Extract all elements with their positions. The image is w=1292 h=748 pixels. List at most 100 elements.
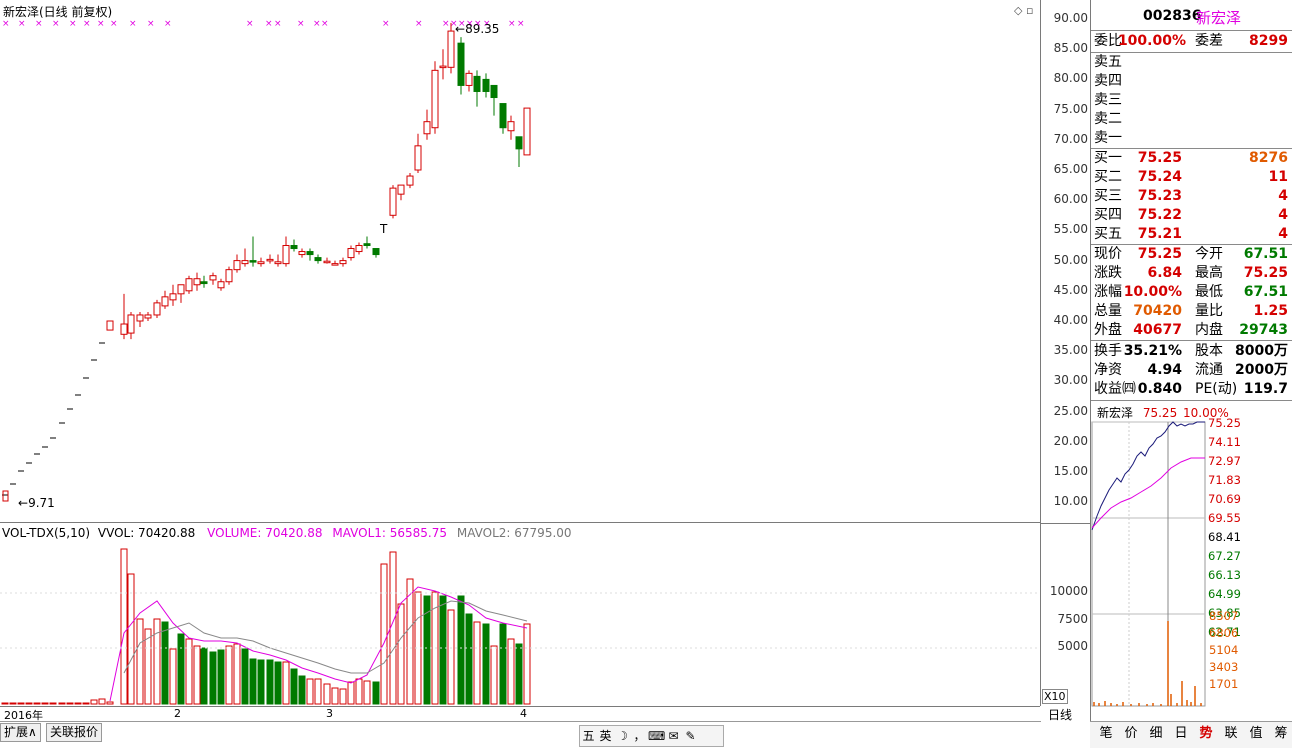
buy-level-1: 买一 75.25 8276: [1093, 149, 1288, 168]
right-tabs: 笔价细日势联值筹: [1090, 721, 1292, 748]
tab-expand[interactable]: 扩展∧: [0, 723, 41, 742]
volume-bar: [363, 680, 371, 705]
signal-marker: ×: [517, 19, 525, 29]
fund-row: 净资 4.94 流通 2000万: [1093, 361, 1288, 380]
volume-bar: [314, 678, 322, 705]
volume-bar: [9, 702, 17, 705]
intraday-mini-chart[interactable]: [1091, 418, 1292, 718]
fund-row-value: 4.94: [1147, 362, 1182, 378]
volume-tick: 7500: [1057, 611, 1088, 626]
mini-price-tick: 72.97: [1208, 454, 1241, 468]
toolbar-button[interactable]: ☽: [614, 726, 631, 746]
toolbar-button[interactable]: 五: [580, 726, 597, 746]
buy-level-3-label: 买三: [1094, 188, 1122, 204]
period-label[interactable]: 日线: [1048, 706, 1072, 723]
fund-row-value: 35.21%: [1123, 343, 1182, 359]
buy-level-2-label: 买二: [1094, 169, 1122, 185]
right-tab-4[interactable]: 势: [1194, 725, 1218, 743]
buy-level-4-value: 75.22: [1137, 207, 1182, 223]
volume-bar: [144, 628, 152, 705]
sell-level-2-label: 卖二: [1094, 111, 1122, 127]
candle: [274, 261, 282, 265]
volume-bar: [499, 623, 507, 705]
signal-marker: ×: [265, 19, 273, 29]
candle: [120, 323, 128, 335]
month-label-2: 2: [174, 707, 181, 720]
candle: [423, 121, 431, 135]
right-tab-3[interactable]: 日: [1169, 725, 1193, 743]
buy-level-4-label: 买四: [1094, 207, 1122, 223]
volume-bar: [98, 698, 106, 705]
stat-row: 涨跌 6.84 最高 75.25: [1093, 264, 1288, 283]
candle: [298, 251, 306, 256]
candle: [363, 243, 371, 247]
mini-price-tick: 68.41: [1208, 530, 1241, 544]
sell-level-3: 卖三: [1093, 91, 1288, 110]
t-marker: T: [380, 222, 388, 236]
volume-bar: [339, 688, 347, 705]
buy-level-2-value2: 11: [1268, 169, 1288, 185]
stat-row-label: 总量: [1094, 303, 1122, 319]
toolbar-button[interactable]: 英: [597, 726, 614, 746]
right-tab-7[interactable]: 筹: [1269, 725, 1292, 743]
right-tab-2[interactable]: 细: [1144, 725, 1168, 743]
candlestick-chart-area[interactable]: 新宏泽(日线 前复权) ◇ ▫ × × × × × × × × × × × × × × × × × × × × × × × ×…: [0, 0, 1041, 523]
sell-level-2: 卖二: [1093, 110, 1288, 129]
volume-bar: [447, 609, 455, 705]
stat-row-value: 10.00%: [1123, 284, 1182, 300]
stat-row-value2: 75.25: [1243, 265, 1288, 281]
fund-row-value2: 2000万: [1235, 362, 1288, 378]
volume-bar: [241, 648, 249, 705]
toolbar-button[interactable]: ✎: [682, 726, 699, 746]
price-tick: 10.00: [1053, 494, 1088, 509]
weibi-row: 委比 100.00% 委差 8299: [1093, 32, 1288, 51]
mini-price-tick: 75.25: [1208, 416, 1241, 430]
signal-marker: ×: [274, 19, 282, 29]
stat-row-label2: 内盘: [1195, 322, 1223, 338]
tab-related-quotes[interactable]: 关联报价: [46, 723, 103, 742]
buy-level-5-value: 75.21: [1137, 226, 1182, 242]
volume-bar: [355, 678, 363, 705]
stat-row-value2: 29743: [1239, 322, 1288, 338]
toolbar-button[interactable]: ⌨: [648, 726, 665, 746]
toolbar-button[interactable]: ✉: [665, 726, 682, 746]
sell-level-4-label: 卖四: [1094, 73, 1122, 89]
max-price-label: ←89.35: [455, 22, 500, 36]
volume-bar: [274, 661, 282, 705]
stat-row-label2: 量比: [1195, 303, 1223, 319]
mini-frame: [1091, 421, 1206, 707]
fund-row-label: 收益㈣: [1094, 381, 1136, 397]
candle: [323, 260, 331, 264]
stat-row-label: 现价: [1094, 246, 1122, 262]
mini-volume-tick: 1701: [1209, 677, 1239, 691]
right-tab-6[interactable]: 值: [1244, 725, 1268, 743]
right-tab-0[interactable]: 笔: [1094, 725, 1118, 743]
signal-marker: ×: [69, 19, 77, 29]
ime-toolbar[interactable]: 五英 ☽， ⌨ ✉ ✎: [579, 725, 724, 747]
candle: [200, 281, 208, 285]
price-tick: 80.00: [1053, 71, 1088, 86]
right-tab-1[interactable]: 价: [1119, 725, 1143, 743]
mini-price-tick: 71.83: [1208, 473, 1241, 487]
signal-marker: ×: [508, 19, 516, 29]
quote-panel: 002836 新宏泽 委比 100.00% 委差 8299 卖五 卖四 卖三 卖二 卖一…: [1090, 0, 1292, 747]
price-tick: 30.00: [1053, 373, 1088, 388]
candle: [457, 42, 465, 86]
price-tick: 40.00: [1053, 313, 1088, 327]
candle: [431, 69, 439, 129]
candle: [397, 184, 405, 195]
buy-level-4-value2: 4: [1278, 207, 1288, 223]
candle: [490, 84, 498, 99]
price-tick: 70.00: [1053, 131, 1088, 146]
volume-bar: [282, 661, 290, 705]
toolbar-button[interactable]: ，: [631, 726, 648, 746]
right-tab-5[interactable]: 联: [1219, 725, 1243, 743]
fund-row: 换手 35.21% 股本 8000万: [1093, 342, 1288, 361]
price-axis: 90.00 85.00 80.00 75.00 70.00 65.00 60.00 55.00…: [1041, 0, 1090, 706]
volume-chart-area[interactable]: VOL-TDX(5,10) VVOL: 70420.88 VOLUME: 704…: [0, 523, 1041, 707]
volume-bar: [74, 702, 82, 705]
sell-level-4: 卖四: [1093, 72, 1288, 91]
volume-bars-svg: [0, 548, 1040, 705]
signal-marker: ×: [415, 19, 423, 29]
price-tick: 55.00: [1053, 222, 1088, 237]
